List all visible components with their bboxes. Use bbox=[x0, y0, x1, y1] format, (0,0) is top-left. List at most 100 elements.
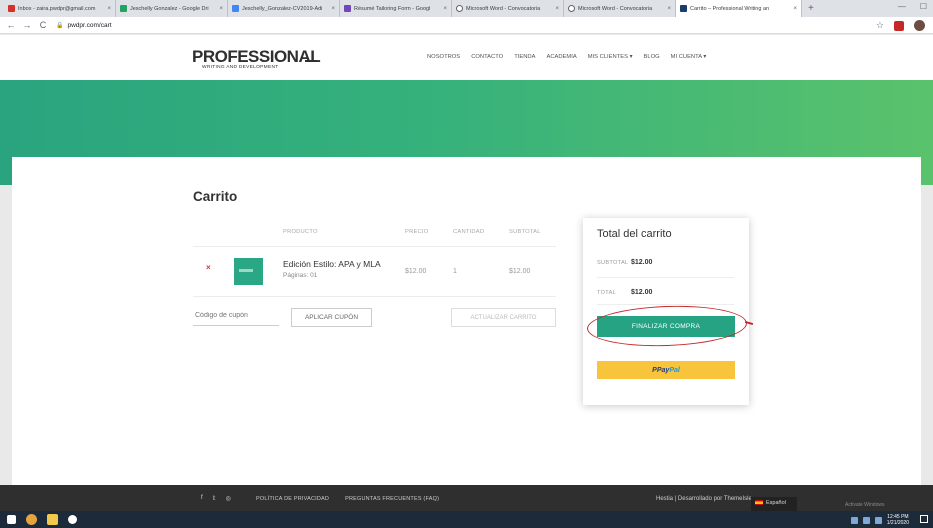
product-pages: Páginas: 01 bbox=[283, 272, 318, 279]
spain-flag-icon bbox=[755, 500, 763, 505]
product-thumbnail[interactable] bbox=[234, 258, 263, 285]
tab-word-2[interactable]: Microsoft Word - Convocatoria × bbox=[564, 0, 676, 17]
bookmark-star-icon[interactable]: ☆ bbox=[876, 20, 884, 31]
new-tab-button[interactable]: + bbox=[808, 3, 814, 14]
twitter-icon[interactable]: 𝕥 bbox=[213, 495, 216, 502]
close-tab-icon[interactable]: × bbox=[219, 6, 223, 12]
close-tab-icon[interactable]: × bbox=[107, 6, 111, 12]
tab-label: Jeschelly_Gonzalez-CV2019-Adi bbox=[242, 5, 323, 12]
toolbar-right: ☆ bbox=[876, 20, 925, 31]
nav-item-tienda[interactable]: TIENDA bbox=[514, 54, 535, 60]
close-tab-icon[interactable]: × bbox=[667, 6, 671, 12]
profile-avatar[interactable] bbox=[914, 20, 925, 31]
product-quantity: 1 bbox=[453, 268, 457, 275]
paypal-pay-text: Pay bbox=[656, 366, 670, 374]
close-tab-icon[interactable]: × bbox=[555, 6, 559, 12]
tab-drive[interactable]: Jeschelly Gonzalez - Google Dri × bbox=[116, 0, 228, 17]
tab-label: Jeschelly Gonzalez - Google Dri bbox=[130, 5, 209, 12]
tab-forms[interactable]: Résumé Tailoring Form - Googl × bbox=[340, 0, 452, 17]
address-bar: ← → C 🔒 pwdpr.com/cart ☆ bbox=[0, 17, 933, 34]
coupon-input[interactable] bbox=[193, 306, 279, 326]
system-clock[interactable]: 12:45 PM 1/21/2020 bbox=[887, 514, 909, 526]
nav-item-mis-clientes[interactable]: MIS CLIENTES ▾ bbox=[588, 54, 633, 60]
paypal-button[interactable]: P Pay Pal bbox=[597, 361, 735, 379]
tab-label: Inbox - zaira.pwdpr@gmail.com bbox=[18, 5, 96, 12]
gmail-icon bbox=[8, 5, 15, 12]
footer-credit[interactable]: Hestia | Desarrollado por ThemeIsle bbox=[656, 496, 752, 502]
tab-word-1[interactable]: Microsoft Word - Convocatoria × bbox=[452, 0, 564, 17]
close-tab-icon[interactable]: × bbox=[331, 6, 335, 12]
row-divider bbox=[193, 296, 556, 297]
close-tab-icon[interactable]: × bbox=[793, 6, 797, 12]
clock-date: 1/21/2020 bbox=[886, 520, 909, 526]
docs-icon bbox=[232, 5, 239, 12]
site-logo[interactable]: PROFESSIONAL WRITING AND DEVELOPMENT bbox=[192, 48, 321, 70]
cloud-icon[interactable] bbox=[68, 515, 77, 524]
onedrive-icon[interactable] bbox=[862, 516, 870, 524]
window-controls: — ☐ bbox=[898, 2, 927, 11]
tab-docs[interactable]: Jeschelly_Gonzalez-CV2019-Adi × bbox=[228, 0, 340, 17]
activate-windows-watermark: Activate Windows bbox=[845, 502, 885, 508]
tab-label: Carrito – Professional Writing an bbox=[690, 5, 770, 12]
system-tray: 12:45 PM 1/21/2020 bbox=[850, 514, 909, 526]
extension-icon[interactable] bbox=[894, 20, 904, 31]
faq-link[interactable]: PREGUNTAS FRECUENTES (FAQ) bbox=[345, 496, 439, 502]
social-links: f 𝕥 ◎ bbox=[201, 495, 231, 502]
subtotal-label: SUBTOTAL bbox=[597, 260, 629, 266]
url-field[interactable]: 🔒 pwdpr.com/cart bbox=[56, 22, 112, 29]
language-label: Español bbox=[766, 500, 786, 506]
lock-icon: 🔒 bbox=[56, 22, 64, 29]
forward-button[interactable]: → bbox=[22, 20, 32, 30]
minimize-button[interactable]: — bbox=[898, 2, 906, 11]
chrome-icon[interactable] bbox=[26, 514, 37, 525]
row-divider bbox=[193, 246, 556, 247]
drive-icon bbox=[120, 5, 127, 12]
total-label: TOTAL bbox=[597, 290, 617, 296]
logo-underline bbox=[305, 60, 317, 62]
instagram-icon[interactable]: ◎ bbox=[225, 495, 230, 502]
maximize-button[interactable]: ☐ bbox=[920, 2, 927, 11]
reload-button[interactable]: C bbox=[38, 20, 48, 30]
totals-divider bbox=[597, 277, 734, 278]
notification-center-icon[interactable] bbox=[920, 515, 928, 523]
nav-item-blog[interactable]: BLOG bbox=[644, 54, 660, 60]
nav-item-contacto[interactable]: CONTACTO bbox=[471, 54, 503, 60]
cart-card: Carrito PRODUCTO PRECIO CANTIDAD SUBTOTA… bbox=[12, 157, 921, 492]
product-name[interactable]: Edición Estilo: APA y MLA bbox=[283, 259, 381, 269]
windows-start-icon[interactable] bbox=[7, 515, 16, 524]
tab-carrito[interactable]: Carrito – Professional Writing an × bbox=[676, 0, 802, 17]
site-favicon-icon bbox=[680, 5, 687, 12]
remove-item-icon[interactable]: × bbox=[206, 263, 211, 272]
totals-divider bbox=[597, 304, 734, 305]
privacy-policy-link[interactable]: POLÍTICA DE PRIVACIDAD bbox=[256, 496, 329, 502]
subtotal-value: $12.00 bbox=[631, 259, 653, 266]
red-circle-annotation bbox=[586, 303, 748, 349]
tab-label: Microsoft Word - Convocatoria bbox=[578, 5, 653, 12]
product-price: $12.00 bbox=[405, 268, 427, 275]
col-header-subtotal: SUBTOTAL bbox=[509, 229, 541, 235]
totals-title: Total del carrito bbox=[597, 228, 672, 240]
facebook-icon[interactable]: f bbox=[201, 495, 203, 502]
update-cart-button[interactable]: ACTUALIZAR CARRITO bbox=[451, 308, 556, 327]
cart-totals-box: Total del carrito SUBTOTAL $12.00 TOTAL … bbox=[583, 218, 754, 405]
tab-label: Résumé Tailoring Form - Googl bbox=[354, 5, 431, 12]
footer-links: POLÍTICA DE PRIVACIDAD PREGUNTAS FRECUEN… bbox=[256, 496, 439, 502]
close-tab-icon[interactable]: × bbox=[443, 6, 447, 12]
volume-icon[interactable] bbox=[874, 516, 882, 524]
col-header-price: PRECIO bbox=[405, 229, 429, 235]
site-header: PROFESSIONAL WRITING AND DEVELOPMENT NOS… bbox=[0, 35, 933, 80]
col-header-quantity: CANTIDAD bbox=[453, 229, 485, 235]
nav-item-nosotros[interactable]: NOSOTROS bbox=[427, 54, 460, 60]
file-explorer-icon[interactable] bbox=[47, 514, 58, 525]
nav-item-academia[interactable]: ACADEMIA bbox=[546, 54, 576, 60]
tab-label: Microsoft Word - Convocatoria bbox=[466, 5, 541, 12]
nav-item-mi-cuenta[interactable]: MI CUENTA ▾ bbox=[671, 54, 707, 60]
tab-gmail[interactable]: Inbox - zaira.pwdpr@gmail.com × bbox=[4, 0, 116, 17]
language-switcher[interactable]: Español bbox=[751, 497, 797, 512]
back-button[interactable]: ← bbox=[6, 20, 16, 30]
apply-coupon-button[interactable]: APLICAR CUPÓN bbox=[291, 308, 372, 327]
globe-icon bbox=[456, 5, 463, 12]
product-subtotal: $12.00 bbox=[509, 268, 531, 275]
page-title: Carrito bbox=[193, 189, 238, 204]
network-icon[interactable] bbox=[850, 516, 858, 524]
